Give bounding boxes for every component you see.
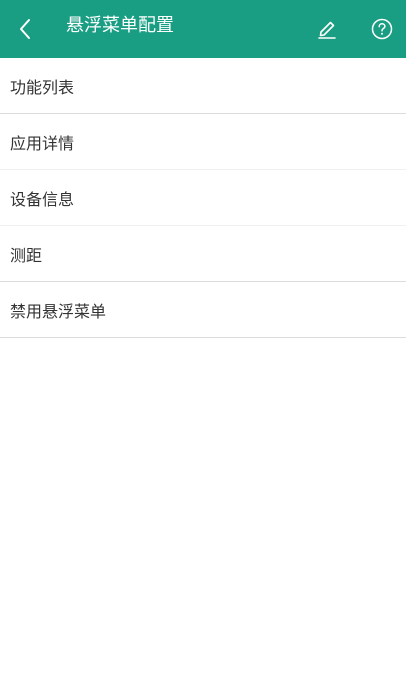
back-button[interactable] — [6, 9, 46, 49]
page-title: 悬浮菜单配置 — [66, 15, 174, 36]
menu-item-label: 设备信息 — [10, 189, 75, 209]
question-circle-icon — [371, 18, 393, 40]
menu-item-label: 测距 — [10, 245, 43, 265]
menu-item-app-details[interactable]: 应用详情 — [0, 114, 406, 170]
edit-button[interactable] — [307, 9, 347, 49]
menu-item-disable-floating-menu[interactable]: 禁用悬浮菜单 — [0, 282, 406, 338]
help-button[interactable] — [362, 9, 402, 49]
menu-item-label: 禁用悬浮菜单 — [10, 301, 107, 321]
menu-item-label: 应用详情 — [10, 133, 75, 153]
menu-item-ranging[interactable]: 测距 — [0, 226, 406, 282]
menu-item-function-list[interactable]: 功能列表 — [0, 58, 406, 114]
config-menu-list: 功能列表 应用详情 设备信息 测距 禁用悬浮菜单 — [0, 58, 406, 338]
floating-menu-config-screen: 悬浮菜单配置 功能列表 应用详情 设备信息 测距 禁用悬浮菜单 — [0, 0, 406, 700]
menu-item-device-info[interactable]: 设备信息 — [0, 170, 406, 226]
pencil-icon — [316, 18, 338, 40]
chevron-left-icon — [15, 18, 37, 40]
header-bar: 悬浮菜单配置 — [0, 0, 406, 58]
menu-item-label: 功能列表 — [10, 77, 75, 97]
